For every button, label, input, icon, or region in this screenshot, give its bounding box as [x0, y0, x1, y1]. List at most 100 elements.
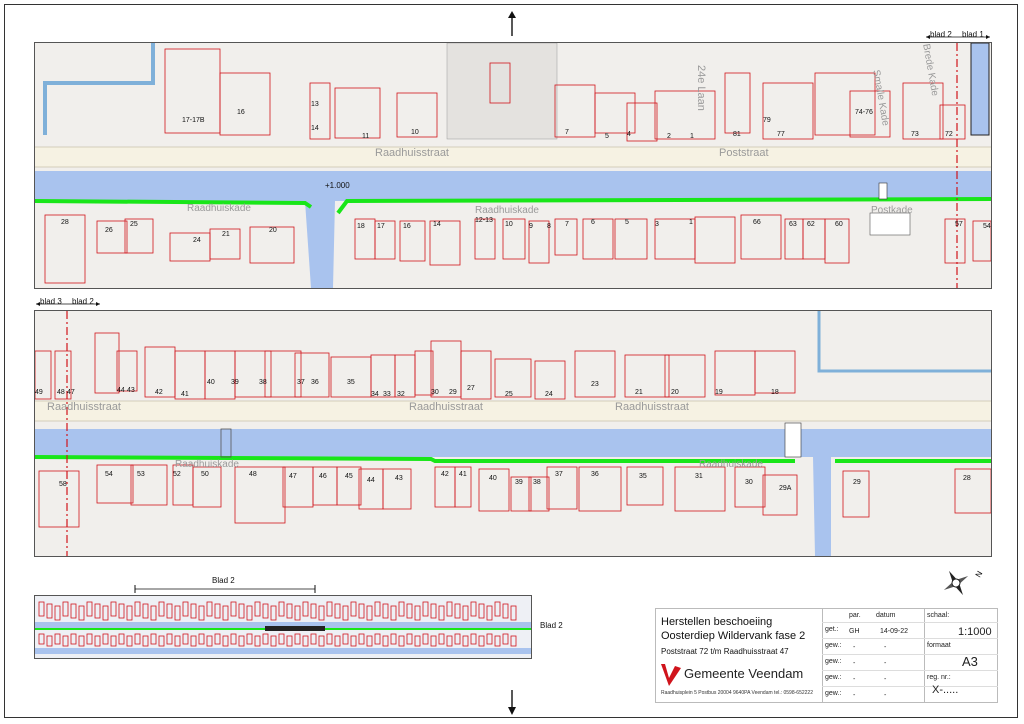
- house-number: 29: [449, 389, 457, 396]
- building-outline: [86, 633, 93, 645]
- house-number: 18: [357, 223, 365, 230]
- house-number: 9: [529, 223, 533, 230]
- building-outline: [310, 603, 317, 619]
- building-outline: [302, 601, 309, 617]
- building-outline: [174, 635, 181, 647]
- building-outline: [430, 635, 437, 647]
- house-number: 49: [35, 389, 43, 396]
- overview-range-icon: [134, 585, 316, 593]
- overview-title: Blad 2: [212, 576, 235, 585]
- scale-value: 1:1000: [958, 626, 992, 638]
- building-outline: [62, 635, 69, 647]
- house-number: 12-13: [475, 217, 493, 224]
- house-number: 73: [911, 131, 919, 138]
- building-outline: [366, 635, 373, 647]
- building-outline: [278, 633, 285, 645]
- format-value: A3: [962, 654, 978, 669]
- building-outline: [502, 603, 509, 619]
- house-number: 52: [173, 471, 181, 478]
- house-number: 1: [689, 219, 693, 226]
- building-outline: [230, 633, 237, 645]
- street-label: Raadhuiskade: [475, 205, 539, 216]
- building-outline: [182, 601, 189, 617]
- building-outline: [350, 601, 357, 617]
- building-outline: [102, 633, 109, 645]
- house-number: 24: [545, 391, 553, 398]
- house-number: 63: [789, 221, 797, 228]
- building-outline: [62, 601, 69, 617]
- house-number: 21: [635, 389, 643, 396]
- building-outline: [470, 601, 477, 617]
- house-number: 58: [59, 481, 67, 488]
- house-number: 37: [555, 471, 563, 478]
- house-number: 16: [237, 109, 245, 116]
- house-number: 25: [130, 221, 138, 228]
- street-label: Raadhuiskade: [175, 459, 239, 470]
- building-outline: [214, 603, 221, 619]
- building-outline: [246, 633, 253, 645]
- building-outline: [118, 603, 125, 619]
- building-outline: [310, 633, 317, 645]
- house-number: 17: [377, 223, 385, 230]
- house-number: 36: [591, 471, 599, 478]
- building-outline: [190, 635, 197, 647]
- building-outline: [318, 605, 325, 621]
- house-number: 66: [753, 219, 761, 226]
- house-number: 20: [269, 227, 277, 234]
- house-number: 3: [655, 221, 659, 228]
- house-number: 30: [745, 479, 753, 486]
- row-gew-label: gew.:: [825, 690, 842, 697]
- building-outline: [366, 605, 373, 621]
- building-outline: [390, 633, 397, 645]
- building-outline: [38, 633, 45, 645]
- building-outline: [342, 605, 349, 621]
- building-outline: [110, 635, 117, 647]
- house-number: 28: [963, 475, 971, 482]
- building-outline: [406, 633, 413, 645]
- house-number: 21: [222, 231, 230, 238]
- building-outline: [510, 605, 517, 621]
- building-outline: [206, 601, 213, 617]
- building-outline: [94, 603, 101, 619]
- house-number: 35: [347, 379, 355, 386]
- house-number: 46: [319, 473, 327, 480]
- format-label: formaat: [927, 642, 951, 649]
- building-outline: [374, 601, 381, 617]
- building-outline: [262, 603, 269, 619]
- building-outline: [38, 601, 45, 617]
- building-outline: [262, 633, 269, 645]
- building-outline: [382, 603, 389, 619]
- building-outline: [254, 635, 261, 647]
- col-par-label: par.: [849, 612, 861, 619]
- house-number: 29A: [779, 485, 792, 492]
- north-arrow-icon: N: [943, 569, 984, 596]
- building-outline: [486, 605, 493, 621]
- get-date: 14-09-22: [880, 628, 909, 635]
- building-outline: [254, 601, 261, 617]
- house-number: 62: [807, 221, 815, 228]
- house-number: 2: [667, 133, 671, 140]
- building-outline: [46, 635, 53, 647]
- house-number: 34: [371, 391, 379, 398]
- org-name: Gemeente Veendam: [684, 666, 804, 681]
- building-outline: [174, 605, 181, 621]
- level-label: +1.000: [325, 181, 350, 190]
- street-label: Raadhuiskade: [187, 203, 251, 214]
- house-number: 11: [362, 133, 370, 140]
- house-number: 24: [193, 237, 201, 244]
- house-number: 35: [639, 473, 647, 480]
- house-number: 4: [627, 131, 631, 138]
- house-number: 7: [565, 221, 569, 228]
- house-number: 18: [771, 389, 779, 396]
- street-label: Raadhuiskade: [699, 459, 763, 470]
- building-outline: [510, 635, 517, 647]
- street-label: Raadhuisstraat: [615, 401, 689, 413]
- house-number: 44: [117, 387, 125, 394]
- overview-map: [34, 595, 532, 659]
- building-outline: [166, 633, 173, 645]
- building-outline: [390, 605, 397, 621]
- building-outline: [462, 605, 469, 621]
- building-outline: [350, 635, 357, 647]
- house-number: 20: [671, 389, 679, 396]
- house-number: 72: [945, 131, 953, 138]
